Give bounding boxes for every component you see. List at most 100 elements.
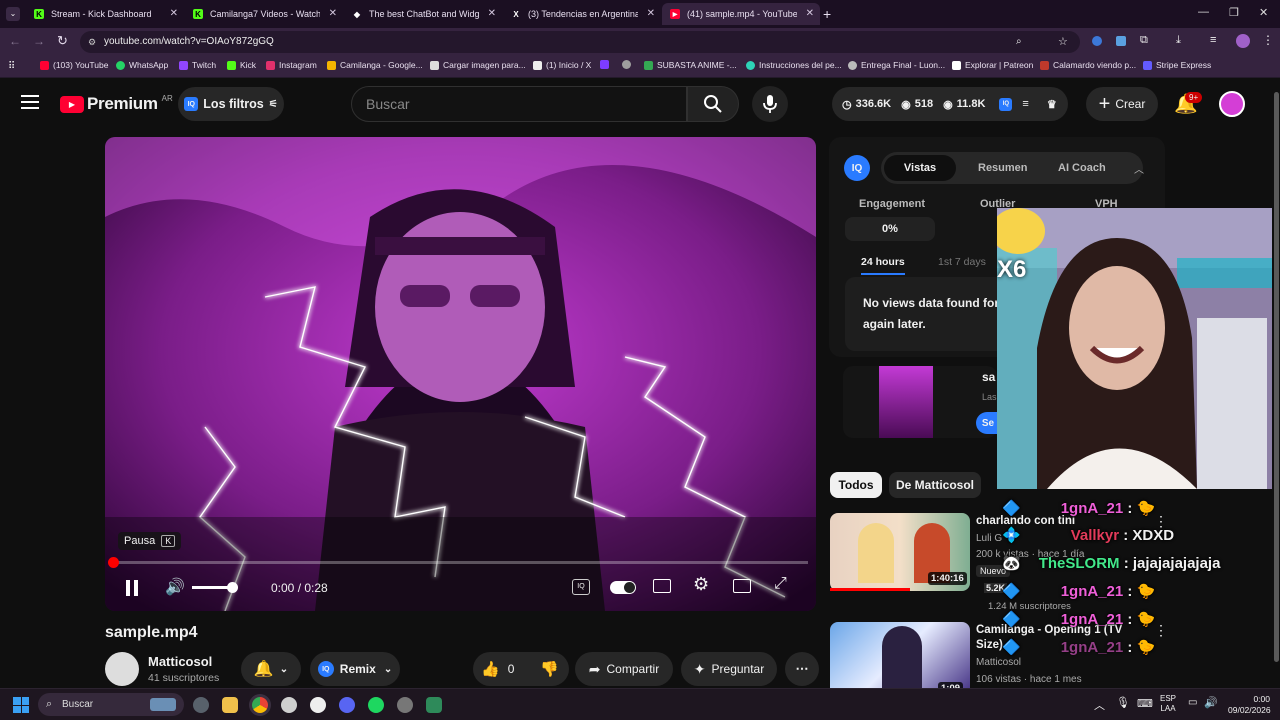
- recommendation-item[interactable]: 1:09: [830, 622, 970, 695]
- page-scrollbar[interactable]: [1272, 80, 1280, 688]
- voice-search-button[interactable]: [752, 86, 788, 122]
- puzzle-icon[interactable]: ⧉: [1140, 34, 1148, 47]
- tray-chevron-icon[interactable]: ︿: [1094, 697, 1105, 713]
- url-input[interactable]: ⚙ youtube.com/watch?v=OIAoY872gGQ ⌕ ☆: [80, 31, 1080, 53]
- extension-icon[interactable]: [1092, 36, 1102, 46]
- apps-grid-icon[interactable]: ⠿: [8, 61, 15, 72]
- bookmark-purple[interactable]: [600, 60, 613, 69]
- tab-search-icon[interactable]: ⌄: [6, 7, 20, 21]
- close-icon[interactable]: ✕: [806, 8, 814, 19]
- new-tab-icon[interactable]: +: [823, 6, 831, 22]
- taskbar-app-icon[interactable]: [193, 697, 209, 713]
- bookmark-globe[interactable]: [622, 60, 635, 69]
- hamburger-menu-icon[interactable]: [21, 95, 39, 109]
- period-7days[interactable]: 1st 7 days: [938, 256, 986, 268]
- progress-bar[interactable]: [108, 557, 808, 568]
- clock[interactable]: 0:00 09/02/2026: [1228, 694, 1271, 716]
- tab-ai-coach[interactable]: AI Coach: [1058, 162, 1106, 174]
- bookmark-google-drive[interactable]: Camilanga - Google...: [327, 60, 423, 70]
- taskbar-app-icon[interactable]: [426, 697, 442, 713]
- spotify-icon[interactable]: [368, 697, 384, 713]
- back-icon[interactable]: ←: [9, 34, 21, 48]
- reload-icon[interactable]: ↻: [57, 33, 68, 49]
- download-icon[interactable]: ⤓: [1176, 34, 1181, 47]
- bookmark-kick[interactable]: Kick: [227, 60, 256, 70]
- tab-resumen[interactable]: Resumen: [978, 162, 1028, 174]
- bookmark-entrega-final[interactable]: Entrega Final - Luon...: [848, 60, 945, 70]
- bookmark-patreon[interactable]: Explorar | Patreon: [952, 60, 1033, 70]
- search-button[interactable]: [687, 86, 739, 122]
- bookmark-stripe[interactable]: Stripe Express: [1143, 60, 1211, 70]
- trophy-icon[interactable]: ♛: [1047, 98, 1057, 111]
- notification-bell-button[interactable]: 🔔 ⌄: [241, 652, 301, 686]
- theater-mode-icon[interactable]: [733, 579, 751, 593]
- close-window-icon[interactable]: ✕: [1259, 6, 1268, 19]
- bookmark-cargar-imagen[interactable]: Cargar imagen para...: [430, 60, 526, 70]
- network-icon[interactable]: ▭: [1188, 697, 1197, 708]
- menu-list-icon[interactable]: ≡: [1210, 34, 1216, 46]
- dislike-icon[interactable]: 👎: [540, 660, 559, 678]
- ask-button[interactable]: ✦ Preguntar: [681, 652, 777, 686]
- bookmark-instrucciones[interactable]: Instrucciones del pe...: [746, 60, 842, 70]
- taskbar-search[interactable]: ⌕ Buscar: [38, 693, 184, 716]
- progress-scrubber[interactable]: [108, 557, 119, 568]
- zoom-icon[interactable]: ⌕: [1016, 31, 1022, 53]
- channel-name[interactable]: Matticosol: [148, 654, 212, 669]
- chrome-icon[interactable]: [252, 697, 268, 713]
- tab-x-trends[interactable]: X (3) Tendencias en Argentina ✕: [503, 3, 661, 25]
- restore-icon[interactable]: ❐: [1229, 6, 1239, 19]
- tab-kick-dashboard[interactable]: K Stream - Kick Dashboard ✕: [26, 3, 184, 25]
- period-24h[interactable]: 24 hours: [861, 256, 905, 275]
- profile-avatar[interactable]: [1236, 34, 1250, 48]
- bookmark-star-icon[interactable]: ☆: [1058, 31, 1068, 53]
- fullscreen-icon[interactable]: ⤢: [774, 575, 787, 593]
- settings-gear-icon[interactable]: ⚙: [693, 574, 709, 595]
- minimize-icon[interactable]: —: [1198, 6, 1209, 18]
- close-icon[interactable]: ✕: [329, 8, 337, 19]
- remix-button[interactable]: IQ Remix ⌄: [310, 652, 400, 686]
- more-options-icon[interactable]: ⋮: [1154, 622, 1168, 639]
- close-icon[interactable]: ✕: [488, 8, 496, 19]
- scrollbar-thumb[interactable]: [1274, 92, 1279, 662]
- close-icon[interactable]: ✕: [170, 8, 178, 19]
- bookmark-youtube[interactable]: (103) YouTube: [40, 60, 108, 70]
- taskbar-app-icon[interactable]: [397, 697, 413, 713]
- close-icon[interactable]: ✕: [647, 8, 655, 19]
- file-explorer-icon[interactable]: [222, 697, 238, 713]
- volume-knob[interactable]: [227, 582, 238, 593]
- volume-slider[interactable]: [192, 582, 238, 593]
- keyboard-tray-icon[interactable]: ⌨: [1137, 697, 1153, 710]
- bookmark-whatsapp[interactable]: WhatsApp: [116, 60, 168, 70]
- bookmark-instagram[interactable]: Instagram: [266, 60, 317, 70]
- avatar[interactable]: [1219, 91, 1245, 117]
- pause-button[interactable]: [126, 580, 140, 596]
- obs-icon[interactable]: [310, 697, 326, 713]
- tab-youtube-active[interactable]: ▶ (41) sample.mp4 - YouTube ✕: [662, 3, 820, 25]
- volume-icon[interactable]: 🔊: [165, 577, 185, 597]
- search-input[interactable]: Buscar: [351, 86, 687, 122]
- extension-icon[interactable]: [1116, 36, 1126, 46]
- list-icon[interactable]: ≡: [1022, 98, 1028, 110]
- microphone-tray-icon[interactable]: 🎙: [1116, 696, 1130, 709]
- create-button[interactable]: + Crear: [1086, 87, 1158, 121]
- video-player[interactable]: Pausa K 🔊 0:00 / 0:28 IQ ⚙ ⤢: [105, 137, 816, 611]
- youtube-logo[interactable]: ▶ Premium AR: [60, 94, 173, 114]
- recommendation-item[interactable]: 1:40:16: [830, 513, 1000, 591]
- subtitles-icon[interactable]: [653, 579, 671, 593]
- language-indicator[interactable]: ESP LAA: [1160, 694, 1176, 714]
- iq-player-icon[interactable]: IQ: [572, 579, 590, 595]
- like-button[interactable]: 👍 0 👎: [473, 652, 569, 686]
- chevron-up-icon[interactable]: ︿: [1134, 161, 1144, 176]
- windows-start-icon[interactable]: [13, 697, 29, 713]
- bookmark-x-home[interactable]: (1) Inicio / X: [533, 60, 591, 70]
- tab-vistas[interactable]: Vistas: [884, 155, 956, 181]
- chip-todos[interactable]: Todos: [830, 472, 882, 498]
- taskbar-app-icon[interactable]: [281, 697, 297, 713]
- filters-button[interactable]: IQ Los filtros ⚟: [178, 87, 284, 121]
- bookmark-calamardo[interactable]: Calamardo viendo p...: [1040, 60, 1136, 70]
- bookmark-twitch[interactable]: Twitch: [179, 60, 216, 70]
- tab-kick-videos[interactable]: K Camilanga7 Videos - Watch On ✕: [185, 3, 343, 25]
- tab-chatbot[interactable]: ◆ The best ChatBot and Widgets ✕: [344, 3, 502, 25]
- sample-card[interactable]: sa Las Se: [843, 366, 1000, 438]
- volume-tray-icon[interactable]: 🔊: [1204, 696, 1218, 709]
